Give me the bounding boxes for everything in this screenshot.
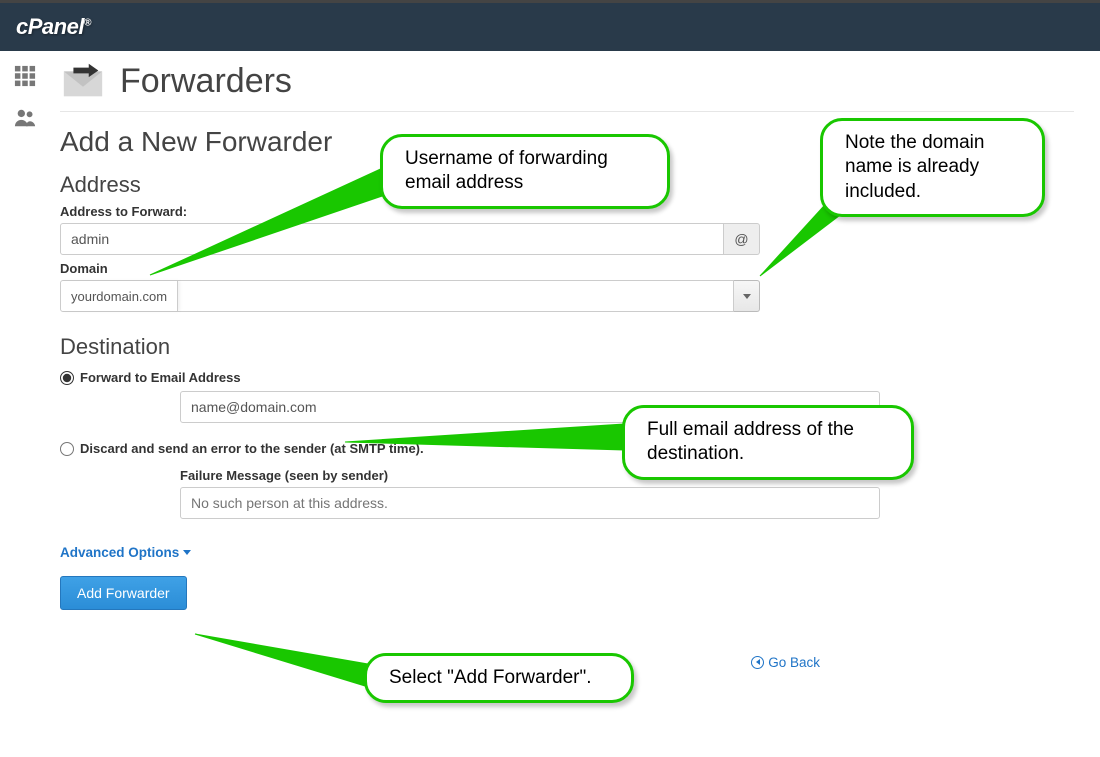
callout-username: Username of forwarding email address <box>380 134 670 209</box>
callout-domain: Note the domain name is already included… <box>820 118 1045 217</box>
callout-destination: Full email address of the destination. <box>622 405 914 480</box>
callout-submit: Select "Add Forwarder". <box>364 653 634 703</box>
callout-submit-pointer <box>0 0 1100 757</box>
